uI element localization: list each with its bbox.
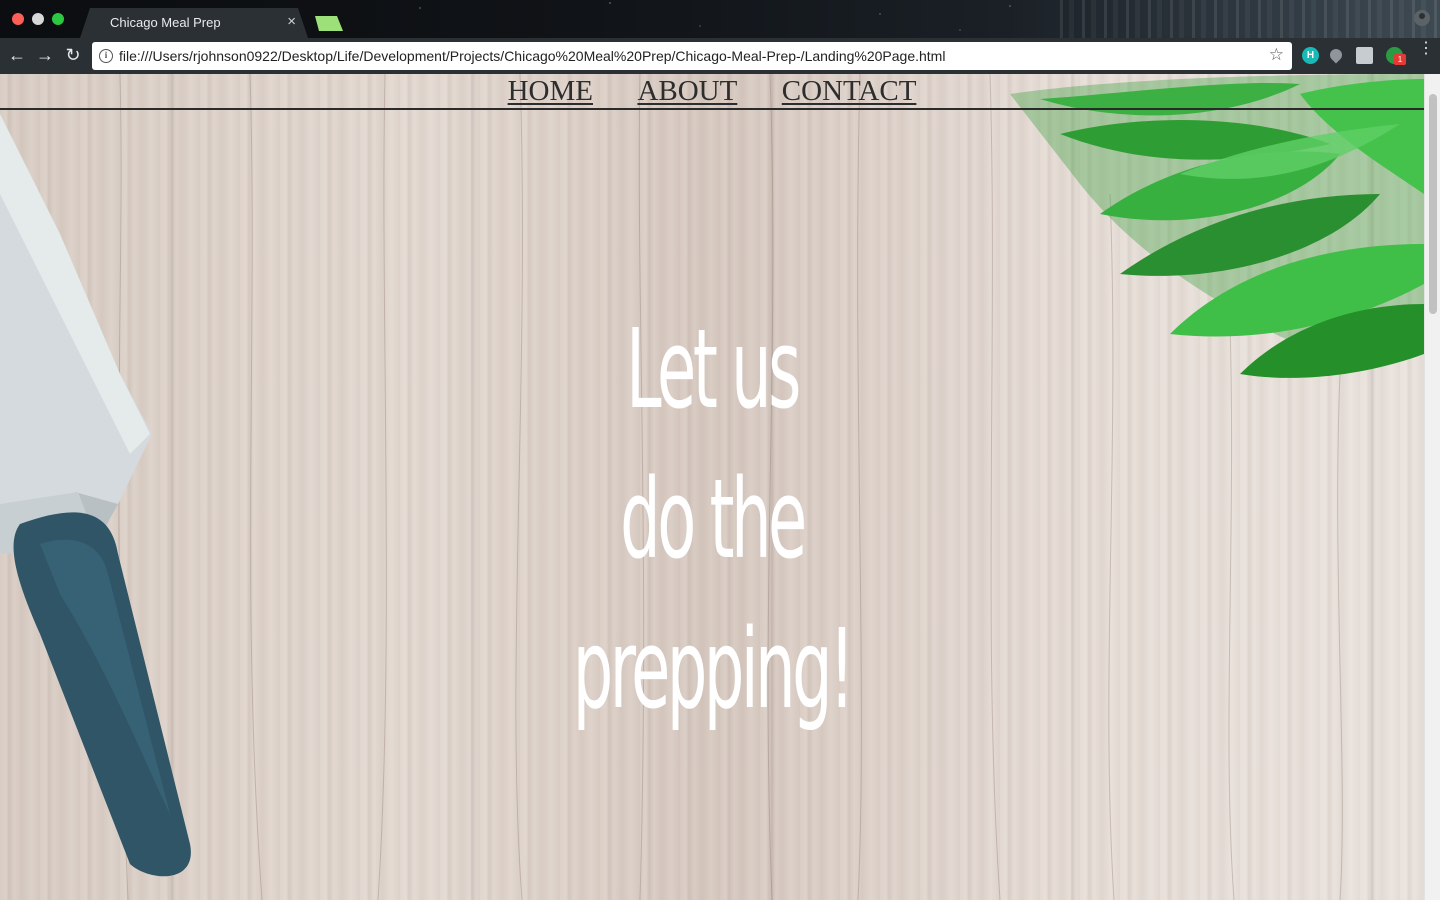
nav-link-contact[interactable]: CONTACT — [782, 74, 917, 108]
browser-toolbar: ← → ↻ i file:///Users/rjohnson0922/Deskt… — [0, 38, 1440, 74]
hero-line-2: do the — [620, 455, 807, 583]
profile-icon[interactable] — [1414, 10, 1430, 26]
page-viewport: HOME ABOUT CONTACT Let us do the preppin… — [0, 74, 1440, 900]
wrench-extension-icon[interactable] — [1356, 47, 1373, 64]
h-extension-icon[interactable]: H — [1302, 47, 1319, 64]
browser-menu-icon[interactable]: ⋮ — [1418, 41, 1434, 57]
forward-arrow-icon[interactable]: → — [34, 44, 56, 66]
bookmark-star-icon[interactable]: ☆ — [1269, 45, 1284, 65]
vertical-scrollbar[interactable] — [1424, 74, 1440, 900]
extension-badge-count: 1 — [1394, 54, 1406, 65]
tab-title: Chicago Meal Prep — [110, 15, 221, 30]
tab-close-icon[interactable]: × — [287, 13, 296, 30]
browser-titlebar: Chicago Meal Prep × — [0, 0, 1440, 38]
back-arrow-icon[interactable]: ← — [6, 44, 28, 66]
titlebar-theme-image — [1060, 0, 1440, 38]
nav-link-home[interactable]: HOME — [508, 74, 593, 108]
hero-line-3: prepping! — [572, 605, 855, 733]
scrollbar-thumb[interactable] — [1429, 94, 1437, 314]
minimize-window-button[interactable] — [32, 13, 44, 25]
browser-tab[interactable]: Chicago Meal Prep × — [80, 8, 308, 38]
reload-icon[interactable]: ↻ — [62, 44, 84, 66]
badge-extension-icon[interactable]: 1 — [1386, 47, 1406, 65]
maximize-window-button[interactable] — [52, 13, 64, 25]
close-window-button[interactable] — [12, 13, 24, 25]
hero-heading: Let us do the prepping! — [0, 294, 1424, 744]
address-bar[interactable]: i file:///Users/rjohnson0922/Desktop/Lif… — [92, 42, 1292, 70]
hero-line-1: Let us — [626, 305, 801, 433]
info-icon[interactable]: i — [99, 49, 113, 63]
pin-extension-icon[interactable] — [1327, 46, 1345, 64]
site-nav: HOME ABOUT CONTACT — [0, 74, 1424, 110]
nav-link-about[interactable]: ABOUT — [637, 74, 737, 108]
address-bar-url[interactable]: file:///Users/rjohnson0922/Desktop/Life/… — [119, 48, 945, 64]
